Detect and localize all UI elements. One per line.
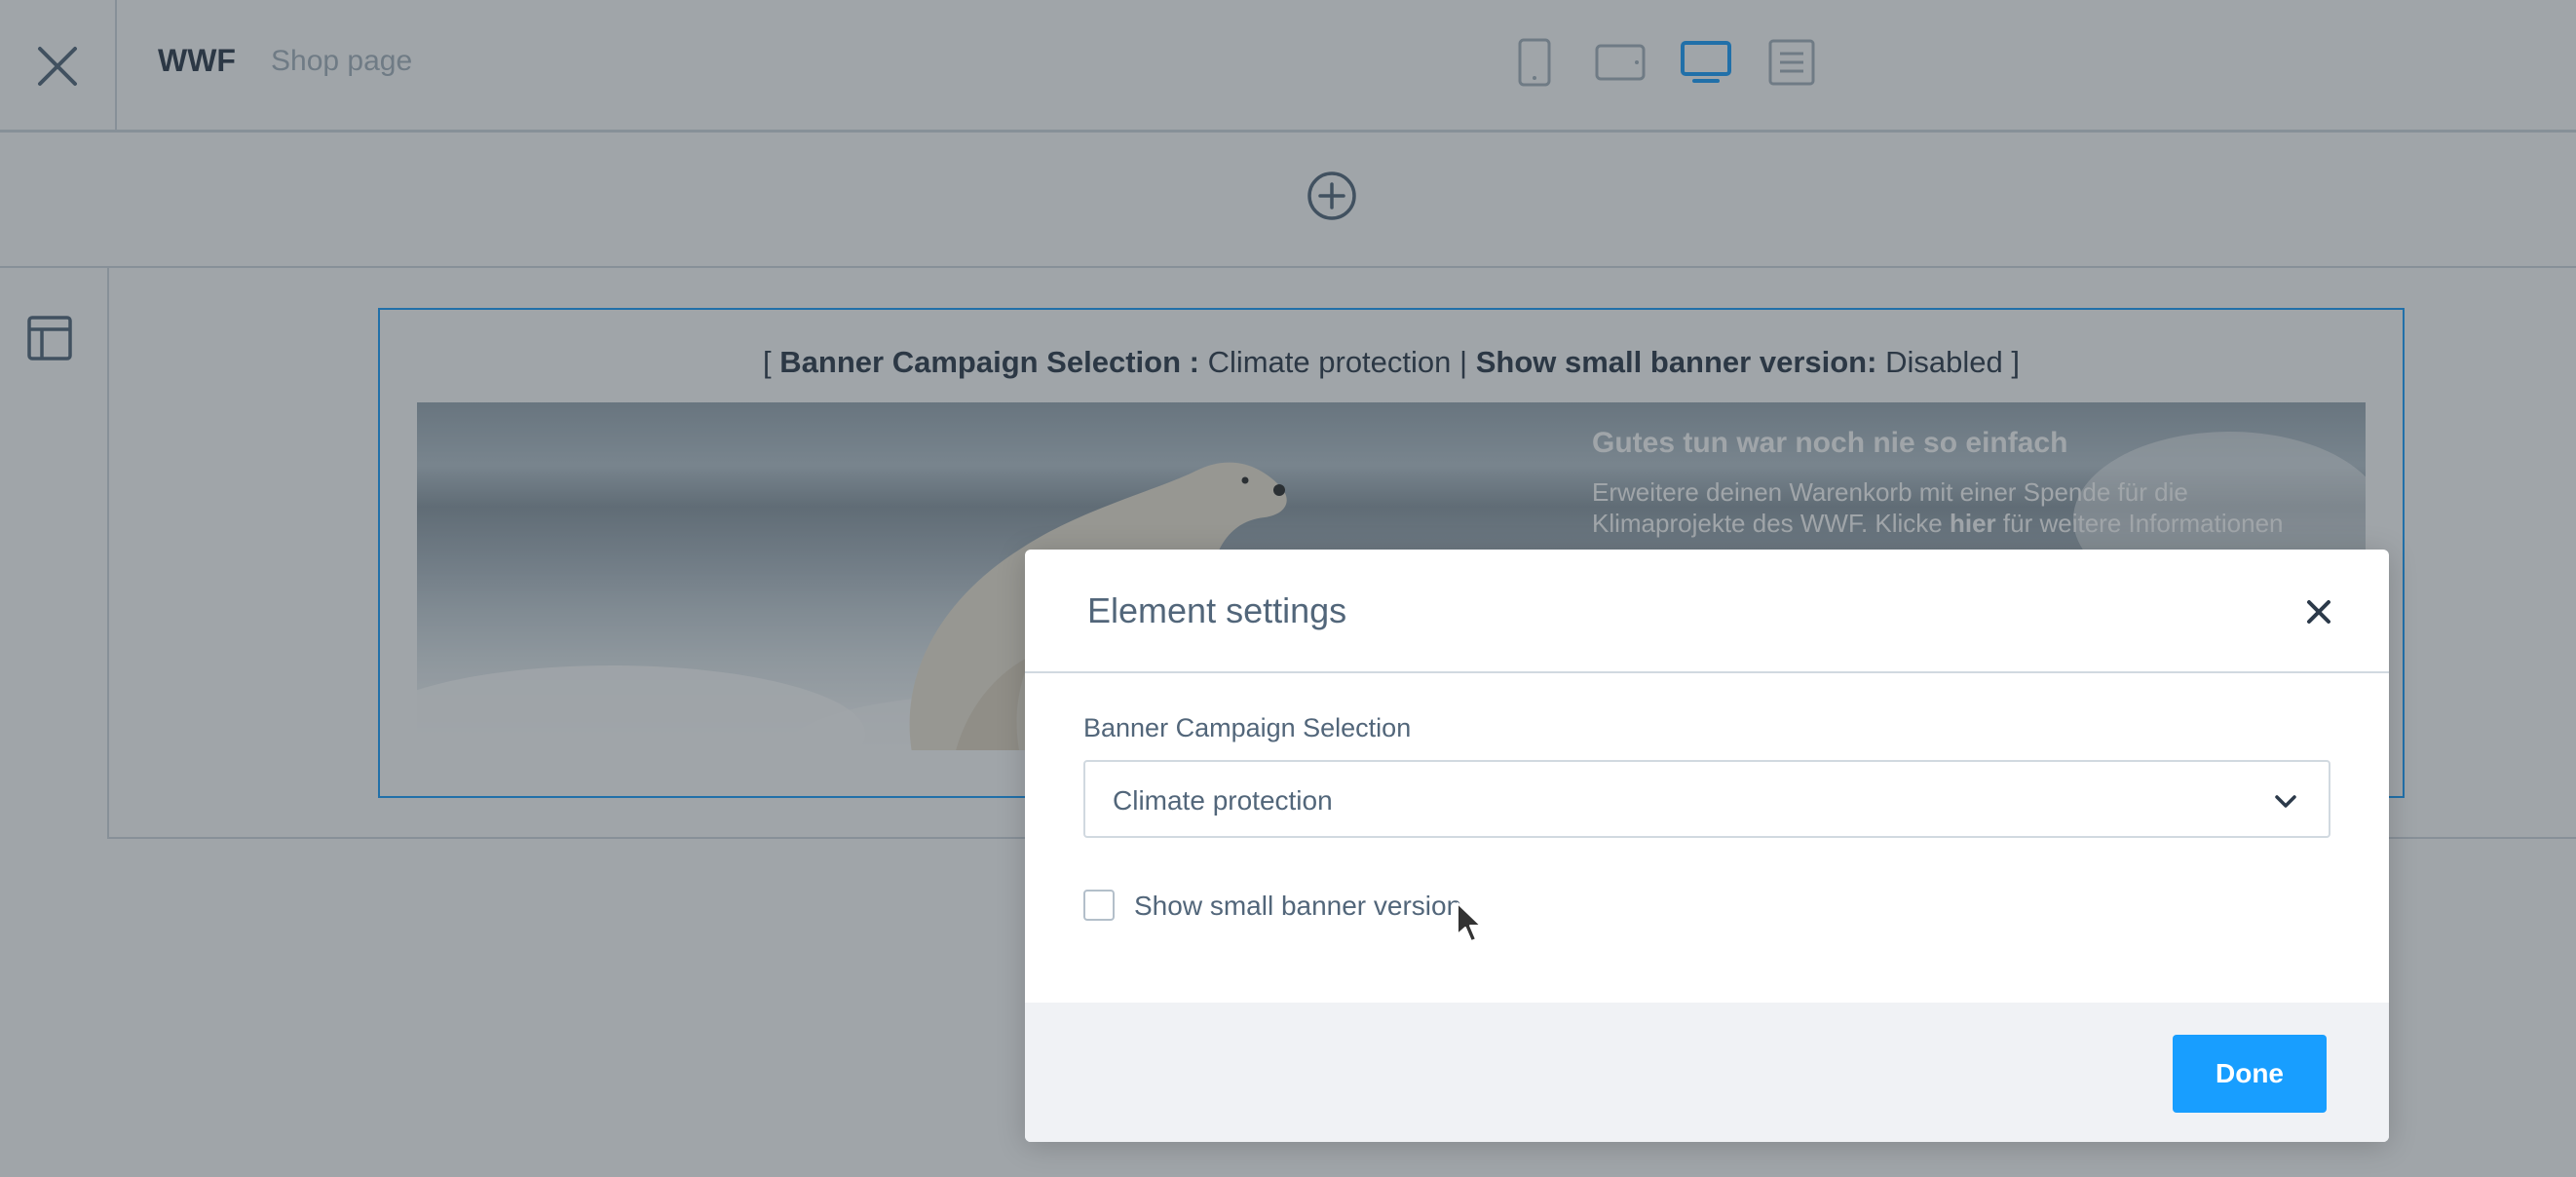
close-icon xyxy=(2307,600,2330,624)
chevron-down-icon xyxy=(2275,795,2296,808)
campaign-field-label: Banner Campaign Selection xyxy=(1083,713,1412,742)
small-banner-label[interactable]: Show small banner version xyxy=(1134,891,1461,922)
campaign-select-value: Climate protection xyxy=(1113,785,1333,816)
small-banner-checkbox[interactable] xyxy=(1083,890,1115,921)
campaign-select[interactable]: Climate protection xyxy=(1083,760,2330,838)
mouse-cursor-icon xyxy=(1457,902,1482,942)
modal-footer: Done xyxy=(1025,1003,2389,1142)
modal-close-button[interactable] xyxy=(2301,594,2336,629)
modal-title: Element settings xyxy=(1087,590,1347,630)
element-settings-modal: Element settings Banner Campaign Selecti… xyxy=(1025,550,2389,1142)
modal-header: Element settings xyxy=(1025,550,2389,673)
done-button[interactable]: Done xyxy=(2173,1035,2327,1113)
